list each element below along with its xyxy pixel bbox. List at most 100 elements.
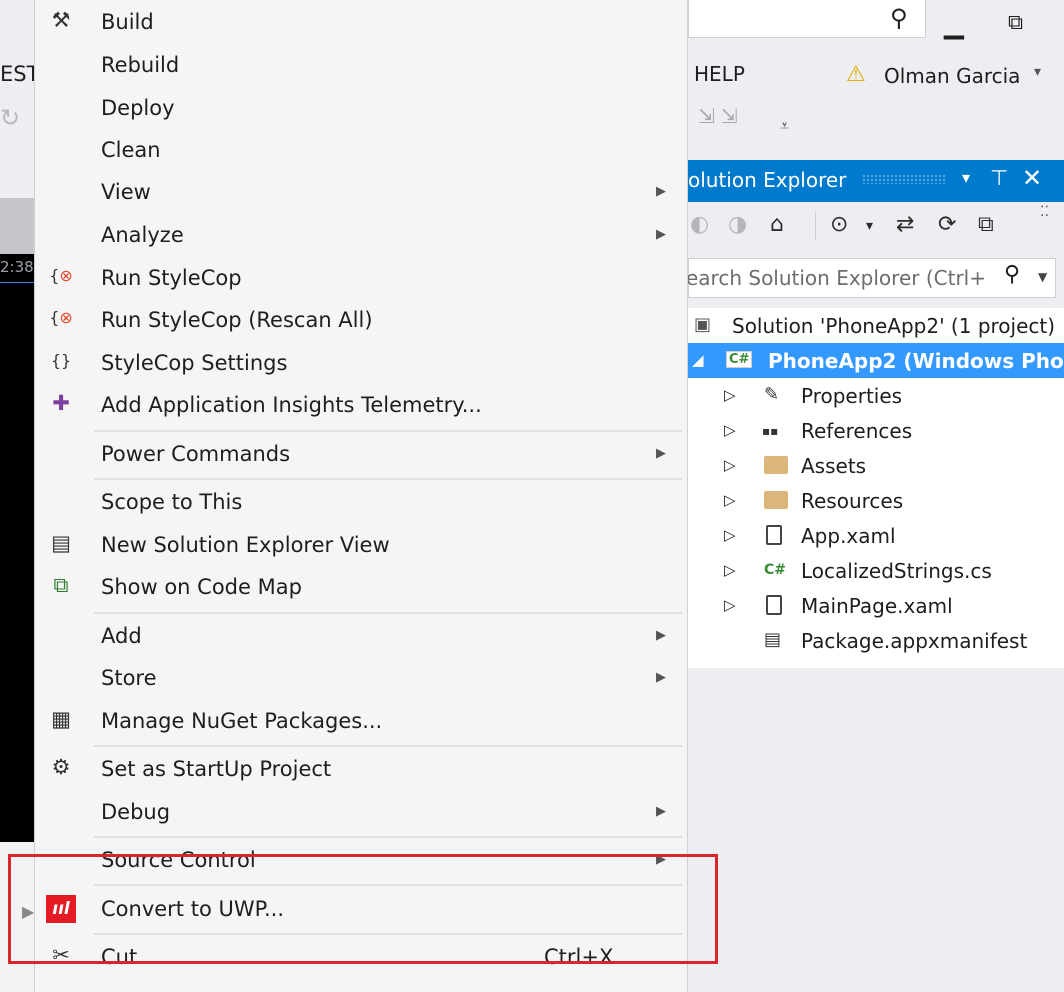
toolbar-overflow-icon[interactable]: ⩡ xyxy=(780,116,789,136)
back-icon[interactable]: ◐ xyxy=(690,212,709,237)
menu-item-set-startup[interactable]: ⚙ Set as StartUp Project xyxy=(34,749,688,791)
menu-item-label: Clean xyxy=(101,138,161,162)
minimize-button[interactable]: ▁ xyxy=(944,10,964,40)
expander-icon[interactable]: ▷ xyxy=(724,561,736,579)
pending-changes-icon[interactable]: ⊙ xyxy=(830,212,848,237)
menu-item-power-commands[interactable]: Power Commands ▶ xyxy=(34,434,688,476)
panel-dropdown-icon[interactable]: ▾ xyxy=(962,168,970,187)
menu-item-analyze[interactable]: Analyze ▶ xyxy=(34,215,688,257)
menu-item-rebuild[interactable]: Rebuild xyxy=(34,45,688,87)
menu-item-label: Add Application Insights Telemetry... xyxy=(101,393,482,417)
close-icon[interactable]: ✕ xyxy=(1022,164,1042,192)
menu-item-label: Manage NuGet Packages... xyxy=(101,709,383,733)
menu-item-deploy[interactable]: Deploy xyxy=(34,88,688,130)
search-icon[interactable]: ⚲ xyxy=(890,4,908,32)
menu-item-store[interactable]: Store ▶ xyxy=(34,658,688,700)
tree-item-app-xaml[interactable]: ▷ App.xaml xyxy=(688,518,1064,553)
menu-separator xyxy=(94,478,682,480)
expander-icon[interactable]: ◢ xyxy=(692,351,704,369)
forward-icon[interactable]: ◑ xyxy=(728,212,747,237)
pin-icon[interactable]: ⊤ xyxy=(990,166,1008,190)
tree-item-assets[interactable]: ▷ Assets xyxy=(688,448,1064,483)
menu-item-label: Store xyxy=(101,666,157,690)
new-explorer-view-icon: ▤ xyxy=(51,531,71,555)
tree-item-references[interactable]: ▷ ▪▪ References xyxy=(688,413,1064,448)
menu-separator xyxy=(94,430,682,432)
chevron-down-icon[interactable]: ▾ xyxy=(866,218,873,234)
menu-item-show-code-map[interactable]: ⧉ Show on Code Map xyxy=(34,567,688,609)
menu-help[interactable]: HELP xyxy=(694,62,745,86)
tree-item-resources[interactable]: ▷ Resources xyxy=(688,483,1064,518)
tree-item-label: LocalizedStrings.cs xyxy=(801,559,992,583)
menu-item-label: Deploy xyxy=(101,96,175,120)
menu-item-build[interactable]: ⚒ Build xyxy=(34,2,688,44)
menu-item-label: Power Commands xyxy=(101,442,291,466)
sync-icon[interactable]: ⇄ xyxy=(896,212,914,237)
menu-item-stylecop-settings[interactable]: {} StyleCop Settings xyxy=(34,343,688,385)
menu-item-add[interactable]: Add ▶ xyxy=(34,616,688,658)
user-account-name[interactable]: Olman Garcia xyxy=(884,64,1020,88)
menu-item-add-insights[interactable]: ✚ Add Application Insights Telemetry... xyxy=(34,385,688,427)
tree-item-mainpage-xaml[interactable]: ▷ MainPage.xaml xyxy=(688,588,1064,623)
search-icon[interactable]: ⚲ xyxy=(1004,262,1020,287)
stylecop-run-icon: {⊗ xyxy=(49,266,73,285)
tree-item-solution[interactable]: ▣ Solution 'PhoneApp2' (1 project) xyxy=(688,308,1064,343)
menu-item-label: Debug xyxy=(101,800,171,824)
menu-item-clean[interactable]: Clean xyxy=(34,130,688,172)
csharp-file-icon: C# xyxy=(764,562,787,578)
menu-item-scope-to-this[interactable]: Scope to This xyxy=(34,482,688,524)
expander-icon[interactable]: ▷ xyxy=(724,421,736,439)
menu-item-label: Run StyleCop (Rescan All) xyxy=(101,308,373,332)
manifest-icon: ▤ xyxy=(764,629,782,650)
toolbar-overflow-icon[interactable]: ⁚⁚ xyxy=(1040,204,1049,220)
references-icon: ▪▪ xyxy=(762,424,779,438)
left-timestamp: 2:38 xyxy=(0,258,34,276)
menu-item-manage-nuget[interactable]: ▦ Manage NuGet Packages... xyxy=(34,701,688,743)
build-icon: ⚒ xyxy=(51,8,71,32)
menu-item-new-explorer-view[interactable]: ▤ New Solution Explorer View xyxy=(34,525,688,567)
expander-icon[interactable]: ▷ xyxy=(724,456,736,474)
refresh-icon: ↻ xyxy=(0,104,21,132)
tree-item-label: Assets xyxy=(801,454,867,478)
restore-button[interactable]: ⧉ xyxy=(1008,10,1023,35)
tree-item-properties[interactable]: ▷ ✎ Properties xyxy=(688,378,1064,413)
left-black-panel xyxy=(0,254,34,842)
menu-item-view[interactable]: View ▶ xyxy=(34,172,688,214)
expander-icon[interactable]: ▷ xyxy=(724,596,736,614)
solution-search-placeholder: earch Solution Explorer (Ctrl+ xyxy=(686,266,986,290)
tree-item-label: PhoneApp2 (Windows Phone xyxy=(768,349,1064,373)
chevron-down-icon[interactable]: ▾ xyxy=(1034,64,1041,80)
expander-icon[interactable]: ▷ xyxy=(724,386,736,404)
menu-separator xyxy=(94,836,682,838)
chevron-down-icon[interactable]: ▼ xyxy=(1038,270,1047,284)
refresh-icon[interactable]: ⟳ xyxy=(938,212,956,237)
folder-icon xyxy=(764,456,788,474)
collapse-all-icon[interactable]: ⧉ xyxy=(978,212,994,237)
left-panel-tab xyxy=(0,198,34,254)
solution-icon: ▣ xyxy=(694,314,712,335)
expander-icon[interactable]: ▷ xyxy=(724,491,736,509)
menu-item-run-stylecop-rescan[interactable]: {⊗ Run StyleCop (Rescan All) xyxy=(34,300,688,342)
menu-item-label: View xyxy=(101,180,151,204)
submenu-arrow-icon: ▶ xyxy=(656,628,666,643)
tree-item-project[interactable]: ◢ C# PhoneApp2 (Windows Phone xyxy=(688,343,1064,378)
stylecop-settings-icon: {} xyxy=(50,351,72,370)
menu-item-label: Set as StartUp Project xyxy=(101,757,332,781)
tree-item-localized-strings[interactable]: ▷ C# LocalizedStrings.cs xyxy=(688,553,1064,588)
menu-item-run-stylecop[interactable]: {⊗ Run StyleCop xyxy=(34,258,688,300)
submenu-arrow-icon: ▶ xyxy=(656,670,666,685)
menu-item-label: Rebuild xyxy=(101,53,180,77)
menu-item-debug[interactable]: Debug ▶ xyxy=(34,792,688,834)
panel-grip[interactable] xyxy=(862,174,946,184)
gear-icon: ⚙ xyxy=(51,755,71,779)
home-icon[interactable]: ⌂ xyxy=(770,212,784,237)
xaml-file-icon xyxy=(766,595,782,615)
tree-item-label: Properties xyxy=(801,384,903,408)
tree-item-label: Resources xyxy=(801,489,904,513)
submenu-arrow-icon: ▶ xyxy=(656,227,666,242)
menu-separator xyxy=(94,612,682,614)
submenu-arrow-icon: ▶ xyxy=(656,184,666,199)
expander-icon[interactable]: ▷ xyxy=(724,526,736,544)
tree-item-package-manifest[interactable]: ▤ Package.appxmanifest xyxy=(688,623,1064,658)
toolbar-bookmark-icons[interactable]: ⇲⇲ xyxy=(698,104,744,128)
